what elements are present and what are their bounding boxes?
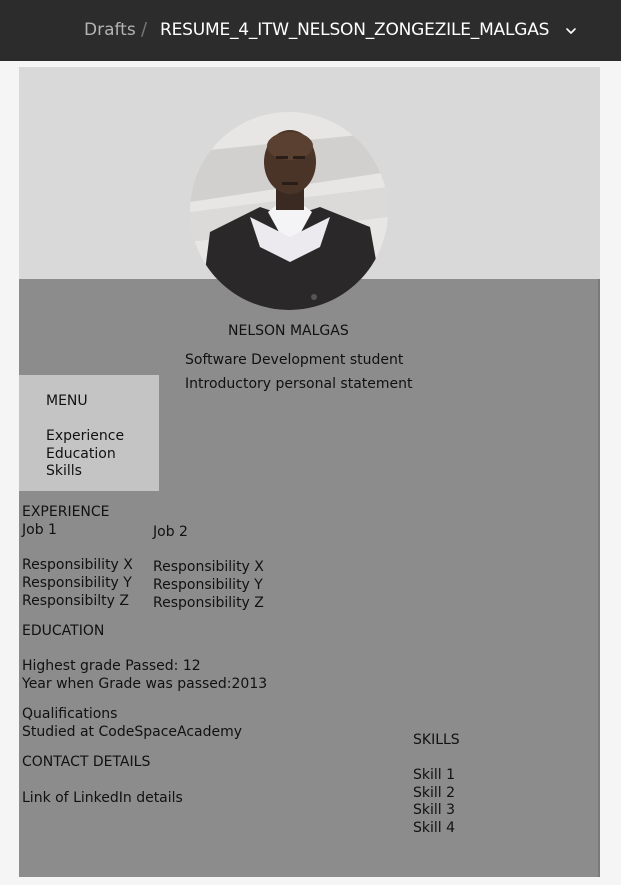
job-2-title: Job 2 — [153, 524, 188, 540]
job-2-responsibility: Responsibility Y — [153, 577, 263, 593]
studied-at: Studied at CodeSpaceAcademy — [22, 724, 243, 740]
top-bar: Drafts / RESUME_4_ITW_NELSON_ZONGEZILE_M… — [0, 0, 621, 61]
profile-name: NELSON MALGAS — [228, 323, 349, 339]
contact-heading: CONTACT DETAILS — [22, 754, 151, 770]
canvas-edge — [598, 279, 600, 877]
job-1-responsibility: Responsibility Y — [22, 575, 132, 591]
breadcrumb-separator: / — [141, 19, 148, 40]
menu-item-education[interactable]: Education — [46, 445, 116, 463]
menu-item-skills[interactable]: Skills — [46, 462, 82, 480]
file-name[interactable]: RESUME_4_ITW_NELSON_ZONGEZILE_MALGAS — [160, 20, 549, 40]
skills-heading: SKILLS — [413, 732, 460, 748]
job-1-responsibility: Responsibilty Z — [22, 593, 129, 609]
resume-canvas: NELSON MALGAS Software Development stude… — [19, 67, 600, 877]
profile-photo — [190, 112, 388, 310]
education-heading: EDUCATION — [22, 623, 105, 639]
skill-item: Skill 4 — [413, 820, 456, 836]
breadcrumb-drafts[interactable]: Drafts — [84, 20, 136, 40]
job-1-responsibility: Responsibility X — [22, 557, 133, 573]
highest-grade: Highest grade Passed: 12 — [22, 658, 201, 674]
grade-year: Year when Grade was passed:2013 — [22, 676, 268, 692]
skill-item: Skill 1 — [413, 767, 456, 783]
skill-item: Skill 2 — [413, 785, 456, 801]
qualifications-heading: Qualifications — [22, 706, 118, 722]
experience-heading: EXPERIENCE — [22, 504, 110, 520]
skill-item: Skill 3 — [413, 802, 456, 818]
menu-item-experience[interactable]: Experience — [46, 427, 124, 445]
job-2-responsibility: Responsibility X — [153, 559, 264, 575]
personal-statement: Introductory personal statement — [185, 376, 413, 392]
profile-title: Software Development student — [185, 352, 404, 368]
menu-heading: MENU — [46, 393, 88, 409]
linkedin-link[interactable]: Link of LinkedIn details — [22, 789, 183, 807]
job-2-responsibility: Responsibility Z — [153, 595, 264, 611]
menu-panel: MENU Experience Education Skills — [19, 375, 159, 491]
job-1-title: Job 1 — [22, 522, 57, 538]
chevron-down-icon[interactable] — [563, 23, 579, 39]
